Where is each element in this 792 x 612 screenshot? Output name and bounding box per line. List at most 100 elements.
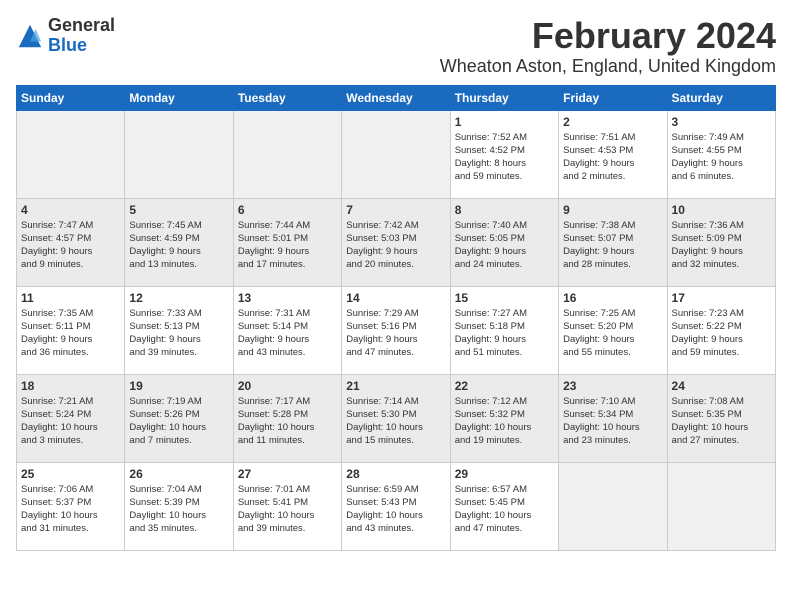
day-number: 17 [672,291,771,305]
day-header-friday: Friday [559,85,667,110]
cell-info: Sunrise: 7:36 AM Sunset: 5:09 PM Dayligh… [672,219,771,272]
calendar-cell: 15 Sunrise: 7:27 AM Sunset: 5:18 PM Dayli… [450,286,558,374]
cell-info: Sunrise: 7:38 AM Sunset: 5:07 PM Dayligh… [563,219,662,272]
cell-info: Sunrise: 6:59 AM Sunset: 5:43 PM Dayligh… [346,483,445,536]
calendar-cell: 20 Sunrise: 7:17 AM Sunset: 5:28 PM Dayli… [233,374,341,462]
cell-info: Sunrise: 7:52 AM Sunset: 4:52 PM Dayligh… [455,131,554,184]
cell-info: Sunrise: 6:57 AM Sunset: 5:45 PM Dayligh… [455,483,554,536]
day-number: 10 [672,203,771,217]
day-number: 3 [672,115,771,129]
logo-general-text: General [48,16,115,36]
calendar-cell: 6Sunrise: 7:44 AM Sunset: 5:01 PM Daylig… [233,198,341,286]
day-number: 11 [21,291,120,305]
header: General Blue February 2024 Wheaton Aston… [16,16,776,77]
calendar-cell: 2 Sunrise: 7:51 AM Sunset: 4:53 PM Daylig… [559,110,667,198]
day-number: 12 [129,291,228,305]
calendar-cell [342,110,450,198]
calendar-cell: 9 Sunrise: 7:38 AM Sunset: 5:07 PM Daylig… [559,198,667,286]
day-number: 14 [346,291,445,305]
week-row-2: 4 Sunrise: 7:47 AM Sunset: 4:57 PM Daylig… [17,198,776,286]
day-number: 22 [455,379,554,393]
calendar-cell: 19Sunrise: 7:19 AM Sunset: 5:26 PM Dayli… [125,374,233,462]
day-number: 8 [455,203,554,217]
calendar-cell [233,110,341,198]
logo-text: General Blue [48,16,115,56]
day-number: 13 [238,291,337,305]
day-header-thursday: Thursday [450,85,558,110]
day-number: 26 [129,467,228,481]
day-number: 25 [21,467,120,481]
cell-info: Sunrise: 7:49 AM Sunset: 4:55 PM Dayligh… [672,131,771,184]
cell-info: Sunrise: 7:01 AM Sunset: 5:41 PM Dayligh… [238,483,337,536]
logo-blue-text: Blue [48,36,115,56]
cell-info: Sunrise: 7:29 AM Sunset: 5:16 PM Dayligh… [346,307,445,360]
cell-info: Sunrise: 7:23 AM Sunset: 5:22 PM Dayligh… [672,307,771,360]
cell-info: Sunrise: 7:14 AM Sunset: 5:30 PM Dayligh… [346,395,445,448]
day-number: 9 [563,203,662,217]
day-number: 27 [238,467,337,481]
day-number: 4 [21,203,120,217]
cell-info: Sunrise: 7:12 AM Sunset: 5:32 PM Dayligh… [455,395,554,448]
calendar-cell: 25Sunrise: 7:06 AM Sunset: 5:37 PM Dayli… [17,462,125,550]
calendar-cell: 23Sunrise: 7:10 AM Sunset: 5:34 PM Dayli… [559,374,667,462]
day-header-tuesday: Tuesday [233,85,341,110]
cell-info: Sunrise: 7:27 AM Sunset: 5:18 PM Dayligh… [455,307,554,360]
logo-icon [16,22,44,50]
cell-info: Sunrise: 7:51 AM Sunset: 4:53 PM Dayligh… [563,131,662,184]
cell-info: Sunrise: 7:35 AM Sunset: 5:11 PM Dayligh… [21,307,120,360]
calendar-cell [17,110,125,198]
day-number: 18 [21,379,120,393]
calendar-cell: 18 Sunrise: 7:21 AM Sunset: 5:24 PM Dayli… [17,374,125,462]
calendar-cell: 1 Sunrise: 7:52 AM Sunset: 4:52 PM Daylig… [450,110,558,198]
calendar-cell: 7 Sunrise: 7:42 AM Sunset: 5:03 PM Daylig… [342,198,450,286]
day-number: 20 [238,379,337,393]
location-title: Wheaton Aston, England, United Kingdom [440,56,776,77]
day-number: 1 [455,115,554,129]
cell-info: Sunrise: 7:31 AM Sunset: 5:14 PM Dayligh… [238,307,337,360]
calendar-cell: 14 Sunrise: 7:29 AM Sunset: 5:16 PM Dayli… [342,286,450,374]
day-header-saturday: Saturday [667,85,775,110]
cell-info: Sunrise: 7:47 AM Sunset: 4:57 PM Dayligh… [21,219,120,272]
day-number: 23 [563,379,662,393]
day-number: 7 [346,203,445,217]
calendar-cell [125,110,233,198]
calendar-cell: 11 Sunrise: 7:35 AM Sunset: 5:11 PM Dayli… [17,286,125,374]
cell-info: Sunrise: 7:45 AM Sunset: 4:59 PM Dayligh… [129,219,228,272]
cell-info: Sunrise: 7:04 AM Sunset: 5:39 PM Dayligh… [129,483,228,536]
calendar-cell: 16 Sunrise: 7:25 AM Sunset: 5:20 PM Dayli… [559,286,667,374]
cell-info: Sunrise: 7:40 AM Sunset: 5:05 PM Dayligh… [455,219,554,272]
day-number: 29 [455,467,554,481]
cell-info: Sunrise: 7:33 AM Sunset: 5:13 PM Dayligh… [129,307,228,360]
cell-info: Sunrise: 7:17 AM Sunset: 5:28 PM Dayligh… [238,395,337,448]
week-row-1: 1 Sunrise: 7:52 AM Sunset: 4:52 PM Daylig… [17,110,776,198]
week-row-3: 11 Sunrise: 7:35 AM Sunset: 5:11 PM Dayli… [17,286,776,374]
cell-info: Sunrise: 7:21 AM Sunset: 5:24 PM Dayligh… [21,395,120,448]
day-header-monday: Monday [125,85,233,110]
day-number: 16 [563,291,662,305]
logo: General Blue [16,16,115,56]
header-row: SundayMondayTuesdayWednesdayThursdayFrid… [17,85,776,110]
calendar-cell: 10 Sunrise: 7:36 AM Sunset: 5:09 PM Dayli… [667,198,775,286]
calendar-cell: 5Sunrise: 7:45 AM Sunset: 4:59 PM Daylig… [125,198,233,286]
calendar-cell: 26 Sunrise: 7:04 AM Sunset: 5:39 PM Dayli… [125,462,233,550]
calendar-cell: 12 Sunrise: 7:33 AM Sunset: 5:13 PM Dayli… [125,286,233,374]
cell-info: Sunrise: 7:42 AM Sunset: 5:03 PM Dayligh… [346,219,445,272]
calendar-cell: 3 Sunrise: 7:49 AM Sunset: 4:55 PM Daylig… [667,110,775,198]
calendar-cell: 13 Sunrise: 7:31 AM Sunset: 5:14 PM Dayli… [233,286,341,374]
day-number: 19 [129,379,228,393]
cell-info: Sunrise: 7:44 AM Sunset: 5:01 PM Dayligh… [238,219,337,272]
calendar-cell: 27 Sunrise: 7:01 AM Sunset: 5:41 PM Dayli… [233,462,341,550]
calendar-cell: 22 Sunrise: 7:12 AM Sunset: 5:32 PM Dayli… [450,374,558,462]
calendar-cell: 17 Sunrise: 7:23 AM Sunset: 5:22 PM Dayli… [667,286,775,374]
week-row-4: 18 Sunrise: 7:21 AM Sunset: 5:24 PM Dayli… [17,374,776,462]
calendar-cell: 4 Sunrise: 7:47 AM Sunset: 4:57 PM Daylig… [17,198,125,286]
day-number: 15 [455,291,554,305]
calendar-cell: 24Sunrise: 7:08 AM Sunset: 5:35 PM Dayli… [667,374,775,462]
day-number: 2 [563,115,662,129]
calendar-cell: 21Sunrise: 7:14 AM Sunset: 5:30 PM Dayli… [342,374,450,462]
calendar-cell [667,462,775,550]
day-header-wednesday: Wednesday [342,85,450,110]
calendar-cell: 28 Sunrise: 6:59 AM Sunset: 5:43 PM Dayli… [342,462,450,550]
day-number: 28 [346,467,445,481]
cell-info: Sunrise: 7:25 AM Sunset: 5:20 PM Dayligh… [563,307,662,360]
